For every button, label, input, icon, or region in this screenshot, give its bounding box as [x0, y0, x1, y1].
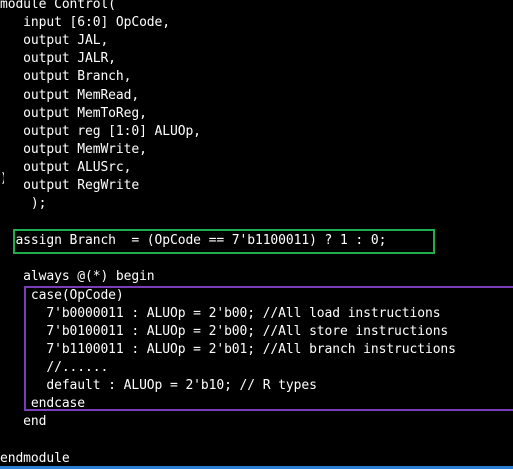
code-line: output JAL, [0, 33, 109, 48]
edge-bracket-icon: ) [0, 170, 4, 188]
code-line: module Control( [0, 0, 116, 12]
code-line: input [6:0] OpCode, [0, 15, 170, 30]
code-editor[interactable]: module Control( input [6:0] OpCode, outp… [0, 0, 513, 469]
code-line: default : ALUOp = 2'b10; // R types [0, 378, 317, 393]
code-line: 7'b0000011 : ALUOp = 2'b00; //All load i… [0, 306, 441, 321]
code-line-assign-branch: assign Branch = (OpCode == 7'b1100011) ?… [0, 233, 387, 248]
code-line: output MemToReg, [0, 106, 147, 121]
code-line: //...... [0, 360, 109, 375]
code-line: output RegWrite [0, 178, 140, 193]
code-line: end [0, 414, 47, 429]
code-line: output MemRead, [0, 88, 140, 103]
code-line: output Branch, [0, 69, 132, 84]
code-line: 7'b0100011 : ALUOp = 2'b00; //All store … [0, 324, 449, 339]
code-line: output reg [1:0] ALUOp, [0, 124, 201, 139]
code-line: ); [0, 196, 47, 211]
code-line: always @(*) begin [0, 269, 155, 284]
code-line: endcase [0, 396, 85, 411]
code-line: case(OpCode) [0, 288, 124, 303]
code-line: output JALR, [0, 51, 116, 66]
code-line: output ALUSrc, [0, 160, 132, 175]
code-line: output MemWrite, [0, 142, 147, 157]
code-line: 7'b1100011 : ALUOp = 2'b01; //All branch… [0, 342, 456, 357]
